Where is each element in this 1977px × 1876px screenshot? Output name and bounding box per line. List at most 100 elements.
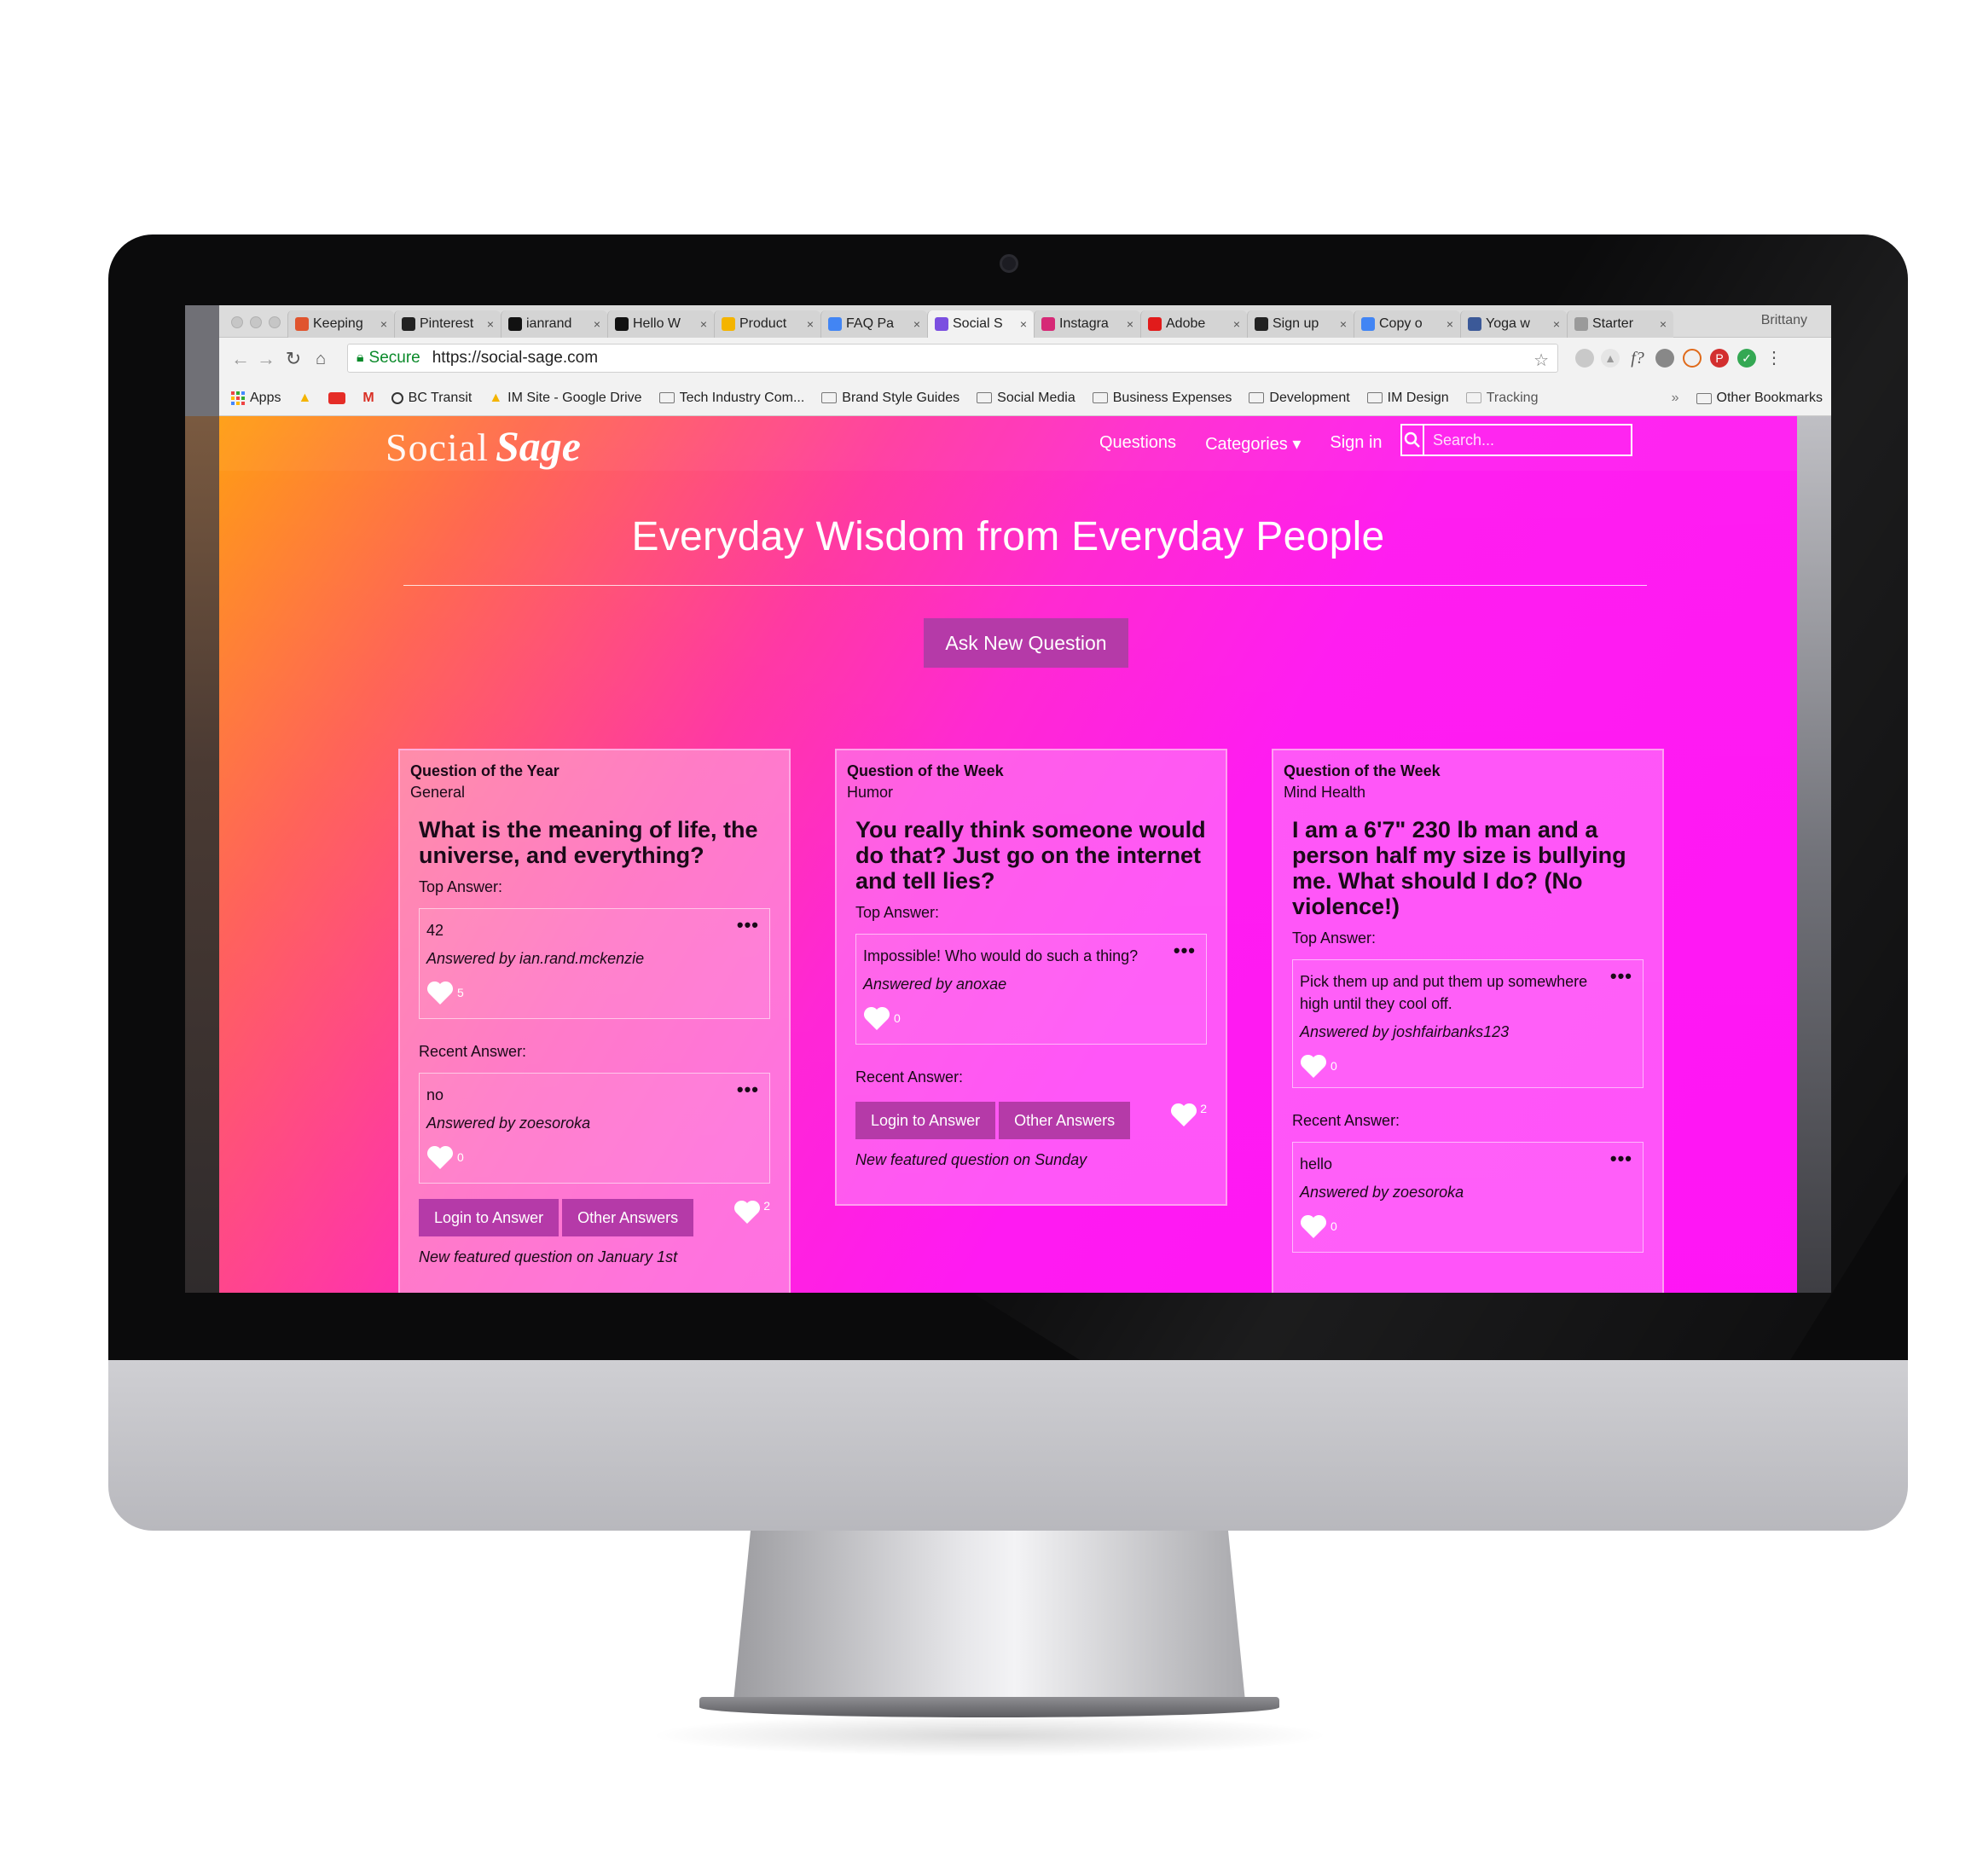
bookmark-bc-transit[interactable]: BC Transit bbox=[391, 391, 472, 406]
card-question[interactable]: I am a 6'7" 230 lb man and a person half… bbox=[1292, 817, 1644, 919]
bookmark-brand-style[interactable]: Brand Style Guides bbox=[821, 391, 960, 406]
bookmark-star-icon[interactable]: ☆ bbox=[1533, 350, 1549, 371]
back-arrow-icon[interactable]: ← bbox=[229, 346, 252, 372]
bookmark-label: Social Media bbox=[997, 390, 1075, 405]
bookmark-social-media[interactable]: Social Media bbox=[977, 391, 1075, 406]
nav-questions-link[interactable]: Questions bbox=[1099, 433, 1176, 455]
bookmark-apps[interactable]: Apps bbox=[231, 391, 281, 406]
bookmark-im-site[interactable]: ▲ IM Site - Google Drive bbox=[489, 391, 641, 406]
screen: Keeping × Pinterest × ianrand × Hello W × Produc… bbox=[185, 305, 1831, 1293]
browser-tab[interactable]: Product × bbox=[714, 310, 820, 338]
more-options-icon[interactable]: ••• bbox=[1610, 965, 1632, 987]
check-extension-icon[interactable]: ✓ bbox=[1737, 349, 1756, 368]
browser-tab[interactable]: Starter × bbox=[1567, 310, 1673, 338]
browser-tab[interactable]: ianrand × bbox=[501, 310, 607, 338]
home-icon[interactable]: ⌂ bbox=[310, 346, 332, 372]
heart-icon[interactable] bbox=[1300, 1053, 1327, 1079]
overflow-chevron-icon[interactable]: » bbox=[1672, 391, 1679, 406]
menu-kebab-icon[interactable]: ⋮ bbox=[1765, 349, 1783, 368]
browser-tab[interactable]: Pinterest × bbox=[394, 310, 501, 338]
like-count: 0 bbox=[1331, 1059, 1337, 1073]
bookmark-youtube[interactable] bbox=[328, 391, 346, 404]
reload-icon[interactable]: ↻ bbox=[282, 346, 304, 372]
card-kicker: Question of the Week bbox=[1284, 762, 1441, 779]
card-category[interactable]: General bbox=[410, 784, 779, 802]
tab-close-icon[interactable]: × bbox=[913, 317, 920, 331]
browser-tab[interactable]: Social S × bbox=[927, 310, 1034, 338]
heart-icon[interactable] bbox=[863, 1005, 890, 1031]
bookmark-other[interactable]: » Other Bookmarks bbox=[1672, 391, 1823, 406]
tab-close-icon[interactable]: × bbox=[594, 317, 600, 331]
bookmark-drive[interactable]: ▲ bbox=[298, 391, 311, 406]
card-kicker: Question of the Year bbox=[410, 762, 559, 779]
other-answers-button[interactable]: Other Answers bbox=[999, 1102, 1131, 1139]
like-count: 2 bbox=[1200, 1102, 1207, 1115]
nav-signin-link[interactable]: Sign in bbox=[1330, 433, 1382, 455]
compass-extension-icon[interactable] bbox=[1655, 349, 1674, 368]
tab-close-icon[interactable]: × bbox=[1127, 317, 1133, 331]
heart-icon[interactable] bbox=[1300, 1213, 1327, 1239]
tab-close-icon[interactable]: × bbox=[700, 317, 707, 331]
heart-icon[interactable] bbox=[733, 1199, 761, 1225]
question-card-week-mind-health: Question of the Week Mind Health I am a … bbox=[1272, 749, 1664, 1293]
login-to-answer-button[interactable]: Login to Answer bbox=[419, 1199, 559, 1236]
login-to-answer-button[interactable]: Login to Answer bbox=[855, 1102, 996, 1139]
search-input[interactable] bbox=[1424, 426, 1631, 455]
tab-close-icon[interactable]: × bbox=[1447, 317, 1453, 331]
bookmark-gmail[interactable]: M bbox=[362, 391, 374, 406]
opera-extension-icon[interactable] bbox=[1683, 349, 1702, 368]
tab-close-icon[interactable]: × bbox=[807, 317, 814, 331]
tab-close-icon[interactable]: × bbox=[1233, 317, 1240, 331]
tab-close-icon[interactable]: × bbox=[1553, 317, 1560, 331]
folder-icon bbox=[1249, 392, 1265, 403]
browser-tab[interactable]: Sign up × bbox=[1247, 310, 1354, 338]
extension-icon[interactable] bbox=[1575, 349, 1594, 368]
bookmark-tech-industry[interactable]: Tech Industry Com... bbox=[658, 391, 804, 406]
heart-icon[interactable] bbox=[1170, 1102, 1197, 1127]
tab-close-icon[interactable]: × bbox=[1340, 317, 1347, 331]
browser-tab[interactable]: Keeping × bbox=[287, 310, 394, 338]
bookmark-business-expenses[interactable]: Business Expenses bbox=[1092, 391, 1232, 406]
drive-extension-icon[interactable]: ▲ bbox=[1601, 349, 1620, 368]
heart-icon[interactable] bbox=[426, 980, 454, 1005]
zoom-window-button[interactable] bbox=[269, 316, 281, 328]
card-category[interactable]: Mind Health bbox=[1284, 784, 1652, 802]
browser-tab[interactable]: Adobe × bbox=[1140, 310, 1247, 338]
card-question[interactable]: What is the meaning of life, the univers… bbox=[419, 817, 770, 868]
browser-tab[interactable]: Hello W × bbox=[607, 310, 714, 338]
search-button[interactable] bbox=[1402, 426, 1424, 455]
pinterest-extension-icon[interactable]: P bbox=[1710, 349, 1729, 368]
ask-new-question-button[interactable]: Ask New Question bbox=[924, 618, 1128, 668]
more-options-icon[interactable]: ••• bbox=[737, 914, 759, 936]
bookmark-im-design[interactable]: IM Design bbox=[1366, 391, 1449, 406]
top-answer: Pick them up and put them up somewhere h… bbox=[1292, 959, 1644, 1088]
browser-tab[interactable]: Instagra × bbox=[1034, 310, 1140, 338]
more-options-icon[interactable]: ••• bbox=[1174, 940, 1196, 962]
card-question[interactable]: You really think someone would do that? … bbox=[855, 817, 1207, 894]
tab-close-icon[interactable]: × bbox=[1660, 317, 1667, 331]
browser-tab[interactable]: Yoga w × bbox=[1460, 310, 1567, 338]
heart-icon[interactable] bbox=[426, 1144, 454, 1170]
forward-arrow-icon[interactable]: → bbox=[255, 346, 277, 372]
font-extension-icon[interactable]: f? bbox=[1628, 349, 1647, 368]
bookmark-tracking[interactable]: Tracking bbox=[1465, 391, 1538, 406]
tab-close-icon[interactable]: × bbox=[1020, 317, 1027, 331]
tab-close-icon[interactable]: × bbox=[380, 317, 387, 331]
other-answers-button[interactable]: Other Answers bbox=[562, 1199, 694, 1236]
browser-tab[interactable]: Copy o × bbox=[1354, 310, 1460, 338]
browser-tab[interactable]: FAQ Pa × bbox=[820, 310, 927, 338]
tab-close-icon[interactable]: × bbox=[487, 317, 494, 331]
bookmark-label: IM Site - Google Drive bbox=[507, 390, 642, 405]
bookmark-development[interactable]: Development bbox=[1249, 391, 1350, 406]
bus-icon bbox=[391, 391, 403, 404]
site-logo[interactable]: Social Sage bbox=[386, 421, 581, 471]
like-count: 2 bbox=[763, 1199, 770, 1213]
more-options-icon[interactable]: ••• bbox=[737, 1079, 759, 1101]
nav-categories-dropdown[interactable]: Categories ▾ bbox=[1205, 433, 1301, 455]
close-window-button[interactable] bbox=[231, 316, 243, 328]
more-options-icon[interactable]: ••• bbox=[1610, 1148, 1632, 1170]
minimize-window-button[interactable] bbox=[250, 316, 262, 328]
card-category[interactable]: Humor bbox=[847, 784, 1215, 802]
address-bar[interactable]: 🔒︎ Secure https://social-sage.com ☆ bbox=[347, 344, 1558, 373]
profile-name[interactable]: Brittany bbox=[1761, 313, 1807, 328]
